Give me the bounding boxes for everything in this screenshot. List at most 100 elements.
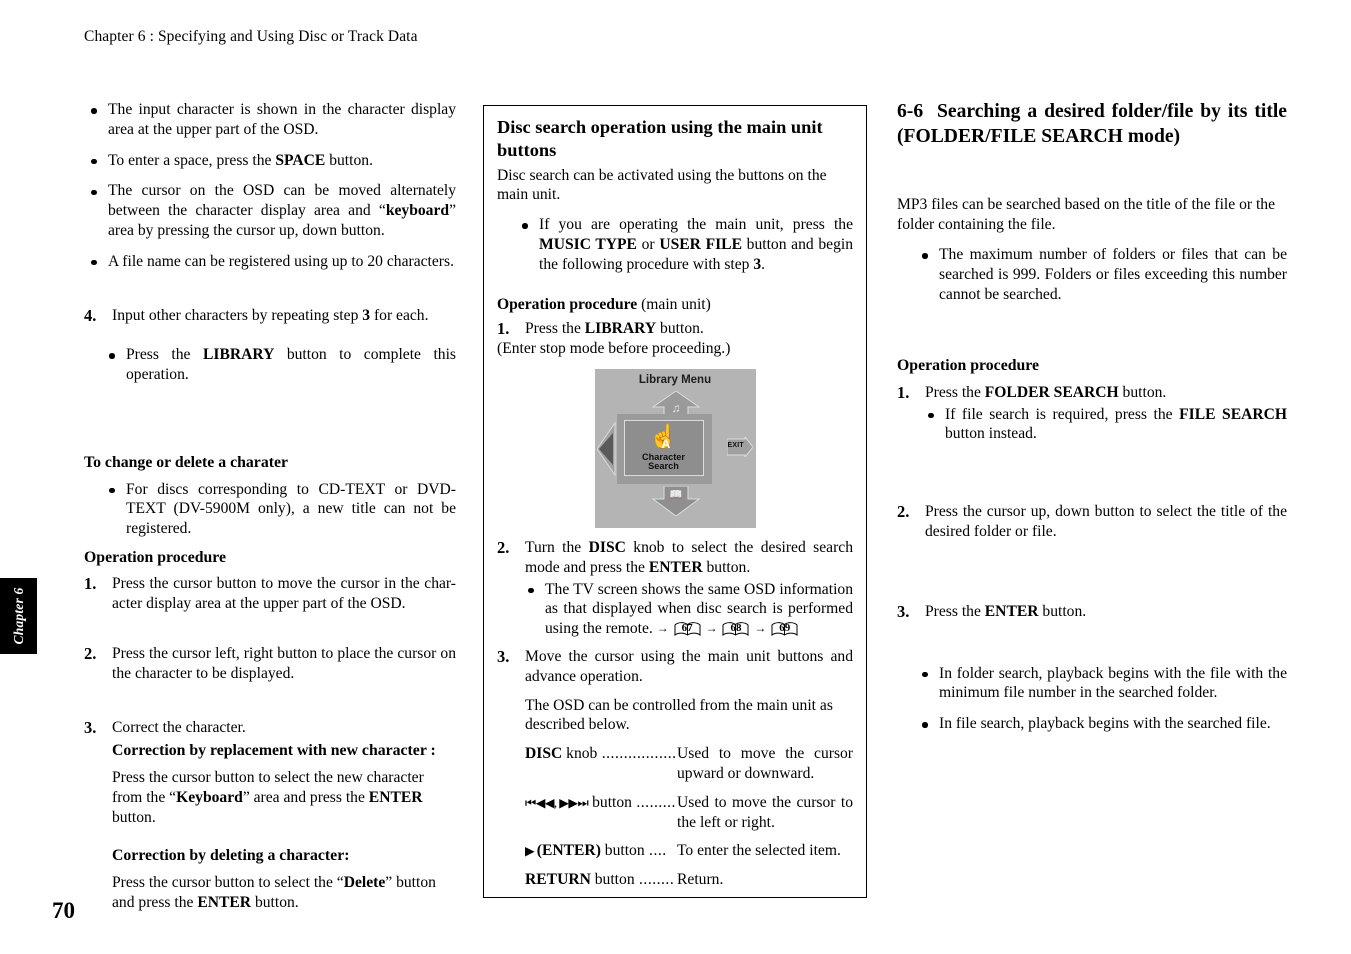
hand-pointer-icon: ☝ A — [649, 424, 678, 451]
list-item: 3. Move the cursor using the main unit b… — [497, 647, 853, 687]
bullet-dot-icon — [922, 253, 928, 259]
chapter-thumb-tab: Chapter 6 — [0, 578, 37, 654]
section-number: 6-6 — [897, 101, 924, 122]
right-intro: MP3 files can be searched based on the t… — [897, 196, 1276, 234]
list-item: The TV screen shows the same OSD informa… — [521, 580, 853, 639]
list-item: The cursor on the OSD can be moved alter… — [84, 181, 456, 240]
right-column: 6-6 Searching a desired folder/file by i… — [897, 100, 1287, 734]
mid-step-1: 1. Press the LIBRARY button. — [497, 319, 853, 339]
list-item: 1. Press the FOLDER SEARCH button. — [897, 383, 1287, 403]
control-row-disc-knob: DISC knob ................. Used to move… — [525, 744, 853, 784]
main-unit-bullet: If you are operating the main unit, pres… — [497, 215, 853, 274]
section-title: Searching a desired folder/file by its t… — [897, 101, 1287, 147]
step-number: 3. — [84, 717, 97, 737]
step-text: Move the cursor using the main unit butt… — [525, 647, 853, 685]
list-item: 3. Press the ENTER button. — [897, 602, 1287, 622]
list-item: Press the LIBRARY button to complete thi… — [84, 345, 456, 385]
list-item: 2. Turn the DISC knob to select the desi… — [497, 538, 853, 578]
correction-replacement-body: Press the cursor button to select the ne… — [112, 768, 424, 826]
step-text: Turn the DISC knob to select the desired… — [525, 539, 853, 576]
page-reference-row: → 67 → 68 → 69 — [657, 619, 800, 639]
step-number: 2. — [497, 538, 510, 557]
bullet-dot-icon — [91, 259, 97, 266]
correction-delete-body: Press the cursor button to select the “D… — [112, 873, 436, 911]
left-column: The input character is shown in the char… — [84, 100, 456, 922]
bullet-dot-icon — [91, 189, 97, 195]
list-item: The maximum number of folders or files t… — [897, 245, 1287, 304]
list-item: If you are operating the main unit, pres… — [497, 215, 853, 274]
svg-text:📖: 📖 — [669, 489, 683, 501]
library-menu-osd-figure: Library Menu ♫ ☝ A Character Search EXIT… — [594, 369, 756, 528]
list-item: 3. Correct the character. — [84, 718, 456, 738]
osd-exit-marker: EXIT — [726, 435, 754, 459]
mid-operation-procedure-line: Operation procedure (main unit) — [497, 295, 853, 315]
box-intro: Disc search can be activated using the b… — [497, 166, 827, 204]
mid-step-2: 2. Turn the DISC knob to select the desi… — [497, 538, 853, 578]
right-step-3: 3. Press the ENTER button. — [897, 602, 1287, 622]
main-unit-controls-list: DISC knob ................. Used to move… — [525, 744, 853, 890]
control-row-return-button: RETURN button ........ Return. — [525, 870, 853, 890]
step-number: 1. — [897, 382, 910, 402]
list-item: In file search, playback begins with the… — [897, 714, 1287, 734]
step-number: 3. — [497, 646, 510, 666]
bullet-dot-icon — [922, 671, 928, 678]
right-step-1-bullet: If file search is required, press the FI… — [897, 405, 1287, 445]
left-library-bullet: Press the LIBRARY button to complete thi… — [84, 345, 456, 385]
right-step-2: 2. Press the cursor up, down button to s… — [897, 502, 1287, 542]
list-item: To enter a space, press the SPACE button… — [84, 151, 456, 171]
right-intro-bullet: The maximum number of folders or files t… — [897, 245, 1287, 304]
page-ref-number: 67 — [681, 622, 693, 635]
mid-step-3: 3. Move the cursor using the main unit b… — [497, 647, 853, 687]
control-term: ⏮◀◀, ▶▶⏭ button ......... — [525, 793, 676, 811]
page-ref-chip: 68 — [722, 621, 749, 637]
control-desc: Used to move the cursor upward or downwa… — [677, 745, 853, 782]
list-item: A file name can be registered using up t… — [84, 252, 456, 272]
bullet-dot-icon — [109, 487, 115, 494]
letter-a-glyph: A — [661, 437, 671, 451]
left-top-bullet-list: The input character is shown in the char… — [84, 100, 456, 272]
left-steps: 1. Press the cursor button to move the c… — [84, 574, 456, 614]
control-desc: Used to move the cursor to the left or r… — [677, 793, 853, 831]
step-number: 3. — [897, 601, 910, 621]
bullet-dot-icon — [91, 108, 97, 114]
left-operation-procedure-heading: Operation procedure — [84, 548, 227, 566]
svg-text:♫: ♫ — [671, 401, 680, 415]
control-term: ▶ (ENTER) button .... — [525, 842, 667, 860]
step-text: Correct the character. — [112, 718, 246, 736]
bullet-dot-icon — [522, 223, 528, 229]
list-item: 1. Press the LIBRARY button. — [497, 319, 853, 339]
disc-search-box: Disc search operation using the main uni… — [483, 105, 867, 898]
mid-step-1-note: (Enter stop mode before proceeding.) — [497, 340, 731, 358]
correction-delete-heading: Correction by deleting a character: — [112, 847, 350, 865]
play-transport-icon: ▶ — [525, 844, 537, 859]
list-item: In folder search, playback begins with t… — [897, 664, 1287, 704]
step-number: 1. — [84, 574, 97, 594]
step-text: Press the LIBRARY button. — [525, 320, 704, 338]
manual-page: Chapter 6 : Specifying and Using Disc or… — [0, 0, 1351, 954]
step-number: 4. — [84, 305, 97, 325]
ref-arrow-icon: → — [754, 621, 767, 636]
bullet-dot-icon — [109, 353, 115, 359]
osd-title: Library Menu — [638, 374, 712, 386]
right-end-bullets: In folder search, playback begins with t… — [897, 664, 1287, 734]
step-number: 2. — [84, 644, 97, 664]
bullet-dot-icon — [91, 158, 97, 165]
ref-arrow-icon: → — [705, 621, 718, 636]
left-steps-2: 2. Press the cursor left, right button t… — [84, 644, 456, 684]
correction-replacement-heading: Correction by replacement with new chara… — [112, 742, 436, 760]
step-text: Press the cursor left, right button to p… — [112, 645, 456, 682]
skip-transport-icon: ⏮◀◀, ▶▶⏭ — [525, 795, 589, 810]
list-item: 1. Press the cursor button to move the c… — [84, 574, 456, 614]
list-item: The input character is shown in the char… — [84, 100, 456, 140]
change-delete-bullet-list: For discs corresponding to CD-TEXT or DV… — [84, 480, 456, 539]
page-ref-number: 69 — [779, 622, 791, 635]
step-number: 1. — [497, 319, 510, 339]
step-text: Press the cursor up, down button to sele… — [925, 503, 1287, 541]
control-term: RETURN button ........ — [525, 871, 675, 889]
mid-step-3-note: The OSD can be controlled from the main … — [525, 696, 833, 734]
step-number: 2. — [897, 502, 910, 522]
step-text: Press the FOLDER SEARCH button. — [925, 383, 1167, 401]
mid-operation-procedure-suffix: (main unit) — [641, 295, 711, 313]
mid-operation-procedure-heading: Operation procedure — [497, 295, 638, 313]
step-text: Press the ENTER button. — [925, 602, 1087, 620]
